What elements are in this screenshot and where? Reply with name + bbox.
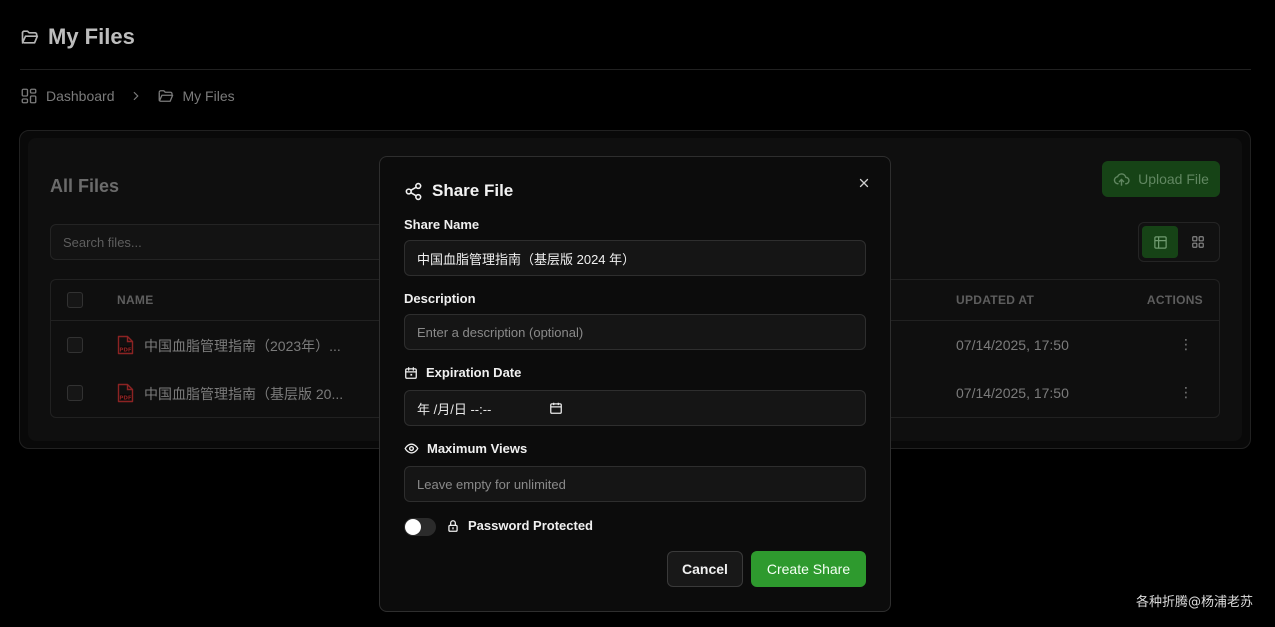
- description-input[interactable]: [404, 314, 866, 350]
- modal-title: Share File: [404, 181, 513, 201]
- expiration-label: Expiration Date: [404, 365, 521, 380]
- cancel-button[interactable]: Cancel: [667, 551, 743, 587]
- modal-title-text: Share File: [432, 181, 514, 200]
- eye-icon: [404, 441, 419, 456]
- lock-icon: [446, 519, 460, 533]
- close-button[interactable]: [854, 173, 874, 193]
- expiration-date-value: 年 /月/日 --:--: [417, 401, 492, 417]
- password-toggle[interactable]: [404, 518, 436, 536]
- max-views-input[interactable]: [404, 466, 866, 502]
- calendar-icon: [404, 366, 418, 380]
- expiration-label-text: Expiration Date: [426, 365, 522, 380]
- share-icon: [404, 182, 423, 201]
- share-name-label: Share Name: [404, 217, 479, 232]
- share-file-modal: Share File Share Name Description Expira…: [379, 156, 891, 612]
- password-label-text: Password Protected: [468, 518, 593, 533]
- description-label: Description: [404, 291, 476, 306]
- watermark: 各种折腾@杨浦老苏: [1135, 595, 1253, 610]
- close-icon: [858, 177, 870, 189]
- share-name-label-text: Share Name: [404, 217, 480, 232]
- password-toggle-knob: [405, 519, 421, 535]
- description-label-text: Description: [404, 291, 476, 306]
- share-name-input[interactable]: [404, 240, 866, 276]
- calendar-icon[interactable]: [549, 401, 563, 415]
- max-views-label: Maximum Views: [404, 441, 527, 456]
- max-views-label-text: Maximum Views: [427, 441, 528, 456]
- expiration-date-input[interactable]: 年 /月/日 --:--: [404, 390, 866, 426]
- password-label: Password Protected: [446, 518, 593, 533]
- create-share-button[interactable]: Create Share: [751, 551, 866, 587]
